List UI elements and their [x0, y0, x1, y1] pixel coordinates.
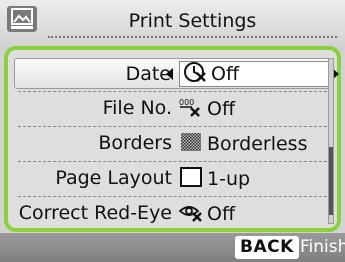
print-settings-icon	[7, 6, 37, 32]
print-settings-screen: Print Settings Date Off File No. 000 Off…	[0, 0, 345, 262]
row-divider	[18, 161, 332, 162]
row-divider	[18, 91, 332, 92]
setting-value-page-layout[interactable]: 1-up	[178, 166, 250, 192]
setting-row-borders[interactable]: Borders Borderless	[14, 128, 330, 159]
setting-label-date: Date	[125, 63, 171, 85]
back-button[interactable]: BACK	[235, 236, 299, 259]
setting-row-correct-red-eye[interactable]: Correct Red-Eye Off	[14, 198, 330, 229]
red-eye-off-icon	[178, 201, 204, 228]
page-layout-1up-icon	[178, 166, 204, 193]
setting-value-text: Borderless	[207, 133, 308, 155]
file-number-off-icon: 000	[178, 96, 204, 123]
setting-value-text: Off	[211, 63, 240, 85]
setting-value-correct-red-eye[interactable]: Off	[178, 201, 235, 227]
setting-value-file-no[interactable]: 000 Off	[178, 96, 235, 122]
svg-text:000: 000	[179, 98, 194, 107]
settings-panel: Date Off File No. 000 Off Borders Border…	[4, 46, 341, 232]
setting-label-borders: Borders	[98, 132, 172, 154]
scrollbar[interactable]	[328, 58, 334, 224]
footer-bar: BACK Finish	[0, 233, 345, 262]
setting-value-text: Off	[207, 98, 236, 120]
setting-value-text: Off	[207, 203, 236, 225]
setting-label-file-no: File No.	[102, 97, 172, 119]
setting-row-page-layout[interactable]: Page Layout 1-up	[14, 163, 330, 194]
date-off-icon	[182, 61, 208, 88]
scrollbar-thumb[interactable]	[329, 147, 333, 215]
setting-label-correct-red-eye: Correct Red-Eye	[18, 202, 172, 224]
setting-value-date[interactable]: Off	[179, 61, 329, 87]
setting-row-date[interactable]: Date Off	[14, 58, 339, 89]
setting-label-page-layout: Page Layout	[55, 167, 172, 189]
header-divider	[48, 36, 337, 38]
setting-value-text: 1-up	[207, 168, 251, 190]
finish-label: Finish	[300, 237, 345, 257]
row-divider	[18, 196, 332, 197]
page-title: Print Settings	[128, 10, 257, 32]
setting-value-borders[interactable]: Borderless	[178, 131, 307, 157]
setting-row-file-no[interactable]: File No. 000 Off	[14, 93, 330, 124]
row-divider	[18, 126, 332, 127]
arrow-left-icon[interactable]	[166, 68, 173, 80]
borderless-icon	[178, 131, 204, 158]
header: Print Settings	[0, 0, 345, 44]
